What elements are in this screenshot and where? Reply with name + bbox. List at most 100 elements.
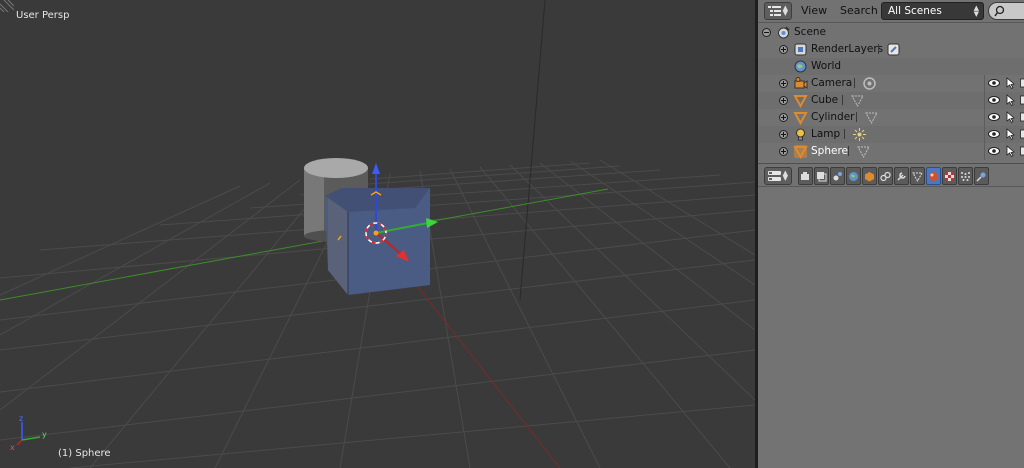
separator (844, 129, 845, 139)
expand-icon[interactable] (779, 79, 788, 88)
tab-data[interactable] (910, 167, 925, 185)
mesh-icon (793, 95, 808, 108)
mesh-data-icon (851, 95, 864, 108)
axis-gizmo (16, 422, 41, 446)
tab-texture[interactable] (942, 167, 957, 185)
visibility-eye-icon[interactable] (988, 146, 1000, 156)
outliner-label: World (811, 60, 842, 72)
outliner-label-scene: Scene (794, 26, 827, 38)
render-layers-icon (817, 171, 827, 181)
outliner-row-cylinder[interactable]: Cylinder (758, 109, 1024, 126)
world-icon (849, 171, 858, 181)
tab-modifiers[interactable] (894, 167, 909, 185)
updown-arrows-icon: ▲ ▼ (973, 4, 979, 18)
mesh-data-icon (865, 112, 878, 125)
mesh-data-icon (857, 146, 870, 159)
expand-icon[interactable] (779, 96, 788, 105)
outliner-row-lamp[interactable]: Lamp (758, 126, 1024, 143)
outliner-tree[interactable]: Scene RenderLayers World Camera Cube Cyl… (758, 24, 1024, 161)
object-icon (865, 171, 874, 181)
renderable-icon[interactable] (1020, 78, 1024, 88)
outliner-label: Camera (811, 77, 853, 89)
data-icon (912, 172, 923, 182)
outliner-label: RenderLayers (811, 43, 884, 55)
outliner-row-scene[interactable]: Scene (758, 24, 1024, 41)
lamp-icon (796, 128, 805, 141)
selectable-cursor-icon[interactable] (1006, 145, 1015, 157)
tab-scene[interactable] (830, 167, 845, 185)
properties-context-tabs (798, 167, 990, 185)
expand-icon[interactable] (779, 130, 788, 139)
tab-particles[interactable] (958, 167, 973, 185)
visibility-eye-icon[interactable] (988, 112, 1000, 122)
tab-render[interactable] (798, 167, 813, 185)
right-panel: ▲ ▼ View Search All Scenes ▲ ▼ Scene Ren… (758, 0, 1024, 468)
properties-editor-icon (768, 171, 781, 181)
selectable-cursor-icon[interactable] (1006, 128, 1015, 140)
outliner-label: Sphere (811, 145, 848, 157)
separator (878, 44, 879, 54)
expand-icon[interactable] (779, 45, 788, 54)
menu-view[interactable]: View (801, 4, 827, 17)
outliner-editor-icon (768, 6, 781, 16)
search-icon (994, 5, 1005, 17)
camera-icon (794, 77, 808, 89)
outliner-label: Lamp (811, 128, 841, 140)
camera-data-icon (863, 77, 876, 90)
render-icon (801, 171, 809, 180)
render-layers-icon (794, 43, 807, 56)
renderable-icon[interactable] (1020, 95, 1024, 105)
expand-icon[interactable] (779, 113, 788, 122)
selectable-cursor-icon[interactable] (1006, 111, 1015, 123)
renderable-icon[interactable] (1020, 146, 1024, 156)
updown-arrows-icon: ▲ ▼ (782, 4, 788, 17)
menu-search[interactable]: Search (840, 4, 878, 17)
outliner-header: ▲ ▼ View Search All Scenes ▲ ▼ (758, 0, 1024, 23)
selectable-cursor-icon[interactable] (1006, 77, 1015, 89)
scene-icon (833, 171, 842, 180)
separator (848, 146, 849, 156)
scene-canvas[interactable] (0, 0, 755, 468)
outliner-label: Cylinder (811, 111, 855, 123)
active-object-label: (1) Sphere (58, 448, 111, 459)
outliner-row-camera[interactable]: Camera (758, 75, 1024, 92)
outliner-row-sphere[interactable]: Sphere (758, 143, 1024, 160)
tab-material[interactable] (926, 167, 941, 185)
properties-content (758, 188, 1024, 468)
outliner-row-world[interactable]: World (758, 58, 1024, 75)
tab-physics[interactable] (974, 167, 989, 185)
outliner-search-field[interactable] (988, 2, 1024, 20)
expand-icon[interactable] (779, 147, 788, 156)
particles-icon (961, 171, 970, 181)
renderable-icon[interactable] (1020, 112, 1024, 122)
tab-object[interactable] (862, 167, 877, 185)
lamp-data-icon (853, 128, 866, 141)
mesh-icon (793, 112, 808, 125)
constraints-icon (880, 171, 891, 181)
outliner-label: Cube (811, 94, 839, 106)
visibility-eye-icon[interactable] (988, 78, 1000, 88)
area-split-corner-bl-icon[interactable] (0, 0, 12, 12)
display-mode-select[interactable]: All Scenes ▲ ▼ (881, 2, 984, 20)
outliner-row-renderlayers[interactable]: RenderLayers (758, 41, 1024, 58)
visibility-eye-icon[interactable] (988, 129, 1000, 139)
render-layer-icon (887, 43, 900, 56)
3d-viewport[interactable]: User Persp z y x (1) Sphere (0, 0, 755, 468)
tab-render-layers[interactable] (814, 167, 829, 185)
display-mode-value: All Scenes (888, 5, 942, 17)
collapse-icon[interactable] (762, 28, 771, 37)
editor-type-button[interactable]: ▲ ▼ (764, 2, 792, 20)
visibility-eye-icon[interactable] (988, 95, 1000, 105)
scene-icon (778, 26, 790, 39)
properties-editor-type-button[interactable]: ▲ ▼ (764, 167, 792, 185)
cube-object[interactable] (325, 188, 430, 295)
tab-constraints[interactable] (878, 167, 893, 185)
axis-y-label: y (42, 430, 47, 439)
renderable-icon[interactable] (1020, 129, 1024, 139)
tab-world[interactable] (846, 167, 861, 185)
selectable-cursor-icon[interactable] (1006, 94, 1015, 106)
physics-icon (976, 172, 986, 182)
axis-x-label: x (10, 443, 15, 452)
axis-z-label: z (19, 414, 24, 423)
outliner-row-cube[interactable]: Cube (758, 92, 1024, 109)
